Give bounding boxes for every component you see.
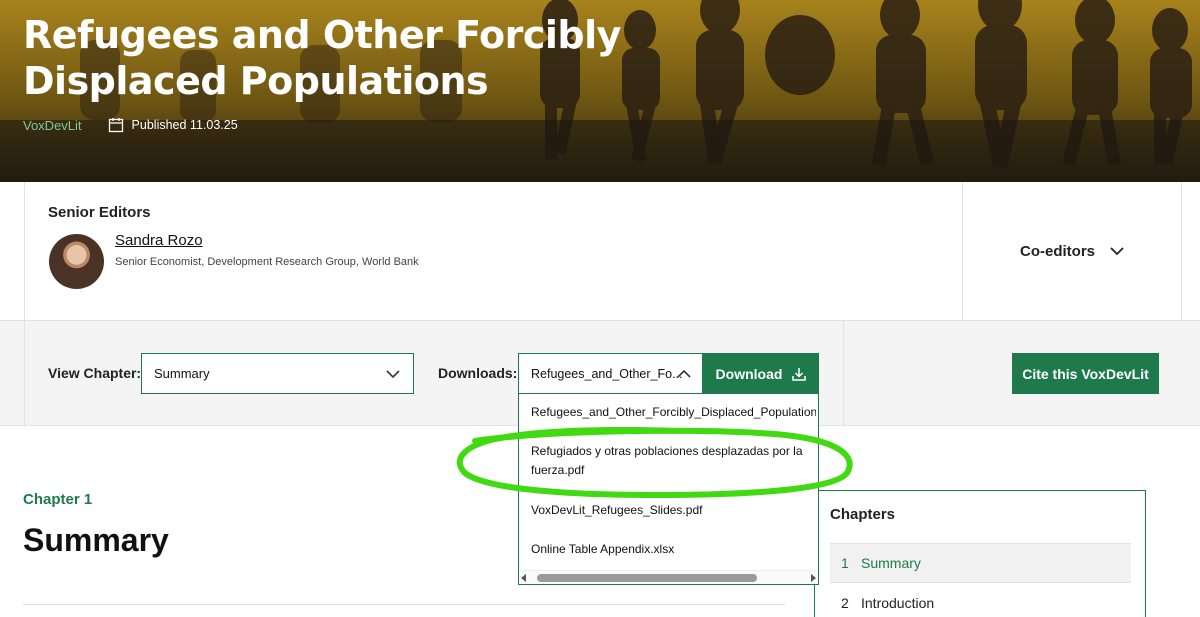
chevron-down-icon [386, 370, 400, 379]
calendar-icon [108, 118, 123, 133]
published-date: Published 11.03.25 [131, 118, 238, 132]
chapter-title: Summary [23, 522, 169, 558]
chapter-number: 1 [841, 555, 849, 571]
brand-link[interactable]: VoxDevLit [23, 118, 82, 133]
downloads-label: Downloads: [438, 365, 518, 381]
coeditors-toggle[interactable]: Co-editors [963, 182, 1182, 320]
hero-meta: VoxDevLit Published 11.03.25 [23, 116, 238, 134]
page-title: Refugees and Other Forcibly Displaced Po… [23, 13, 621, 103]
horizontal-scrollbar[interactable] [519, 570, 818, 584]
download-button-label: Download [715, 365, 783, 382]
scroll-left-arrow-icon[interactable] [521, 574, 526, 582]
chapter-label: Summary [861, 555, 921, 571]
download-option[interactable]: Refugees_and_Other_Forcibly_Displaced_Po… [531, 403, 816, 422]
chevron-up-icon [677, 369, 691, 378]
downloads-dropdown-list: Refugees_and_Other_Forcibly_Displaced_Po… [518, 393, 819, 585]
divider [23, 604, 785, 605]
divider [24, 321, 25, 427]
editor-role: Senior Economist, Development Research G… [115, 256, 419, 268]
chapter-select-value: Summary [154, 366, 210, 381]
chevron-down-icon [1110, 247, 1124, 256]
download-select-value: Refugees_and_Other_Fo... [531, 366, 683, 381]
download-option[interactable]: VoxDevLit_Refugees_Slides.pdf [531, 501, 816, 520]
download-select[interactable]: Refugees_and_Other_Fo... [518, 353, 703, 394]
editor-name-link[interactable]: Sandra Rozo [115, 232, 203, 249]
divider [843, 321, 844, 427]
chapter-label: Introduction [861, 595, 935, 611]
download-option[interactable]: Refugiados y otras poblaciones desplazad… [531, 442, 811, 480]
chapter-number: 2 [841, 595, 849, 611]
chapter-item-introduction[interactable]: 2 Introduction [830, 583, 1131, 617]
download-icon [792, 367, 807, 381]
download-button[interactable]: Download [703, 353, 819, 394]
avatar [49, 234, 104, 289]
cite-button[interactable]: Cite this VoxDevLit [1012, 353, 1159, 394]
editors-section: Senior Editors Sandra Rozo Senior Econom… [24, 182, 1182, 320]
download-option[interactable]: Online Table Appendix.xlsx [531, 540, 816, 559]
chapters-heading: Chapters [830, 506, 896, 523]
scroll-right-arrow-icon[interactable] [811, 574, 816, 582]
senior-editors: Senior Editors Sandra Rozo Senior Econom… [25, 182, 963, 320]
chapter-kicker: Chapter 1 [23, 491, 93, 508]
chapter-item-summary[interactable]: 1 Summary [830, 543, 1131, 583]
view-chapter-label: View Chapter: [48, 365, 142, 381]
chapter-select[interactable]: Summary [141, 353, 414, 394]
scrollbar-thumb[interactable] [537, 574, 757, 582]
senior-editors-heading: Senior Editors [48, 204, 151, 221]
chapters-panel: Chapters 1 Summary 2 Introduction [814, 490, 1146, 617]
hero-banner: Refugees and Other Forcibly Displaced Po… [0, 0, 1200, 182]
coeditors-label: Co-editors [1020, 242, 1095, 260]
